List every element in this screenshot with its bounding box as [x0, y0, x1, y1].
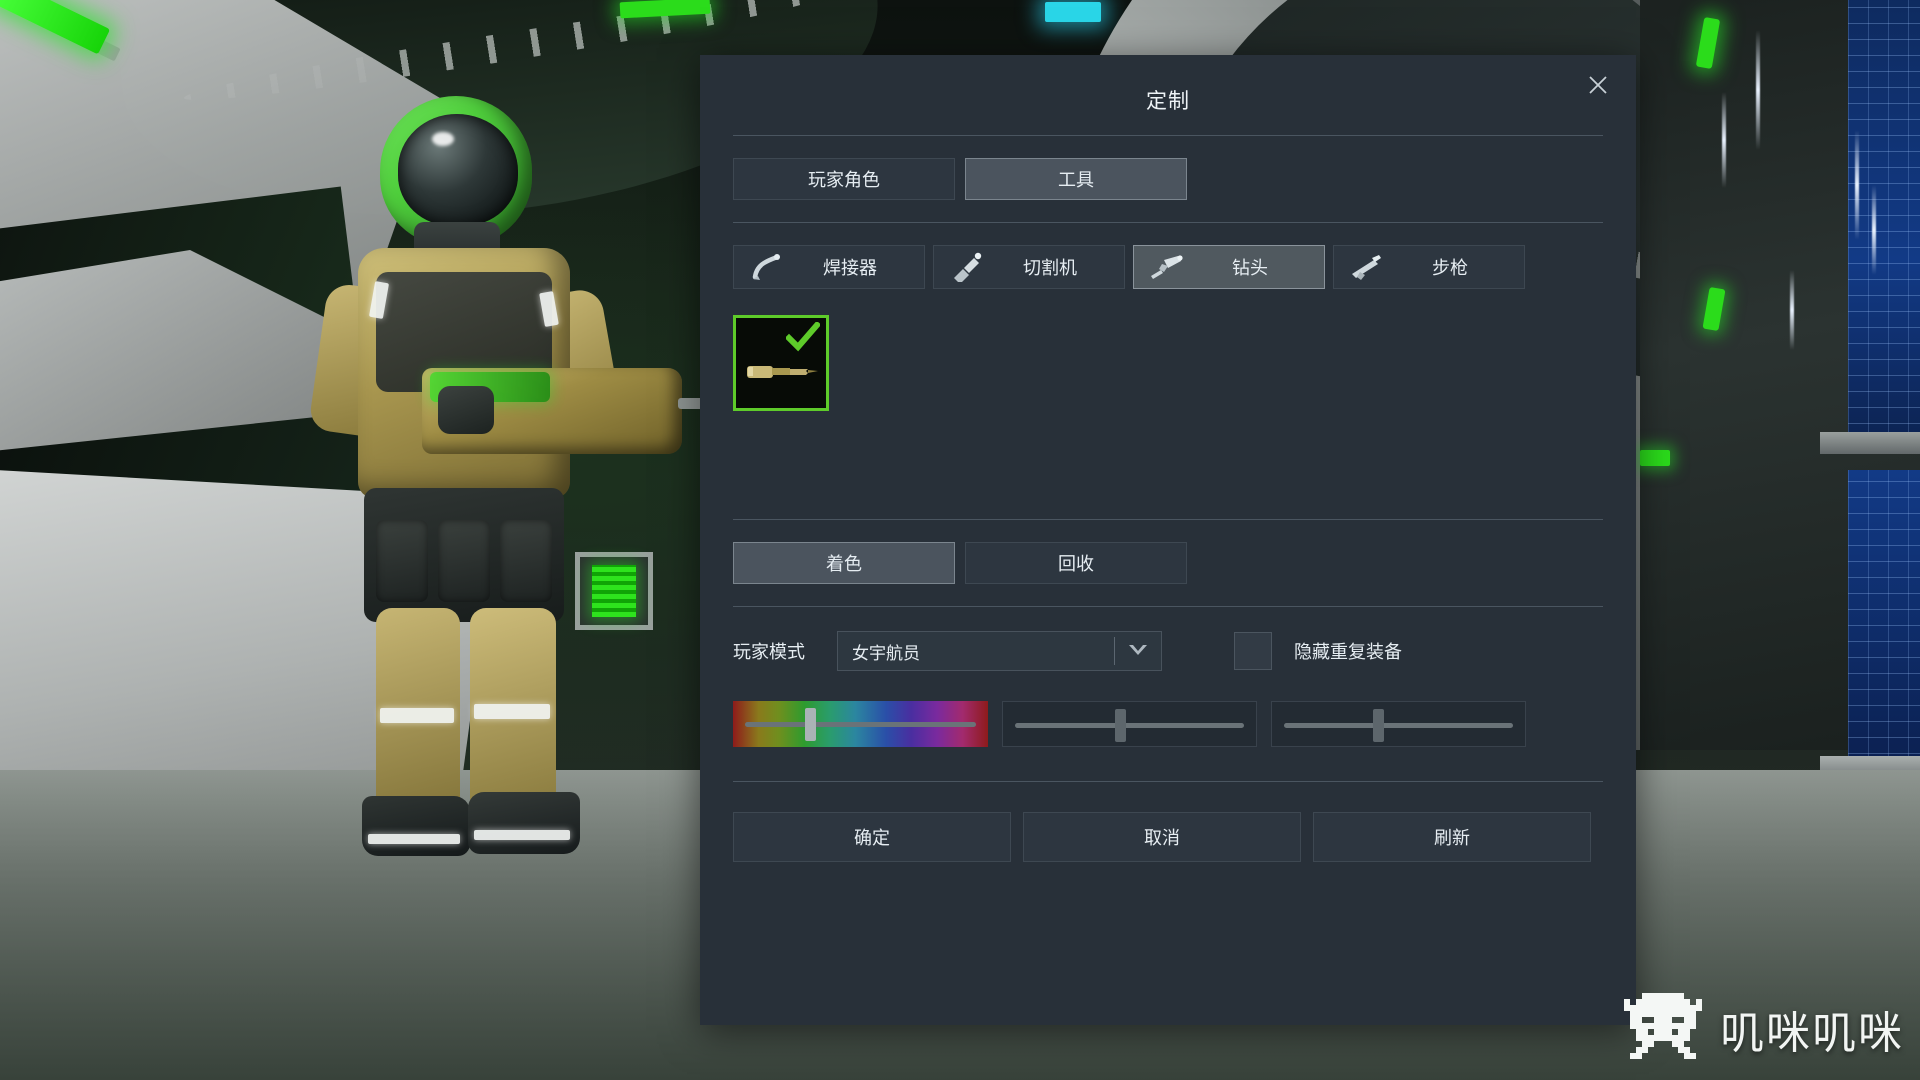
welder-icon: [748, 252, 784, 282]
saturation-slider[interactable]: [1002, 701, 1257, 747]
item-slot-drill-skin[interactable]: [733, 315, 829, 411]
boot-stripe: [474, 830, 570, 840]
check-icon: [784, 320, 822, 352]
paint-recycle-bar: 着色 回收: [733, 520, 1603, 606]
tool-tab-grinder[interactable]: 切割机: [933, 245, 1125, 289]
space-invader-icon: [1624, 991, 1702, 1066]
light-streak: [1855, 130, 1859, 240]
window-frame-mid: [1820, 432, 1920, 454]
player-mode-select[interactable]: 女宇航员: [837, 631, 1162, 671]
tab-tools[interactable]: 工具: [965, 158, 1187, 200]
tool-tab-label: 钻头: [1232, 258, 1268, 278]
refresh-button-label: 刷新: [1434, 828, 1470, 848]
recycle-button-label: 回收: [1058, 554, 1094, 574]
watermark: 叽咪叽咪: [1624, 991, 1904, 1066]
recycle-button[interactable]: 回收: [965, 542, 1187, 584]
slider-knob[interactable]: [805, 708, 816, 741]
hide-duplicates-checkbox[interactable]: [1234, 632, 1272, 670]
close-icon[interactable]: [1578, 67, 1618, 107]
character-glove: [438, 386, 494, 434]
player-mode-row: 玩家模式 女宇航员 隐藏重复装备: [733, 607, 1603, 671]
boot-stripe: [368, 834, 460, 844]
page-title: 定制: [1146, 90, 1190, 113]
color-sliders: [733, 671, 1603, 747]
player-mode-label: 玩家模式: [733, 642, 805, 662]
suit-reflective-stripe: [380, 708, 454, 723]
watermark-text: 叽咪叽咪: [1720, 1007, 1904, 1059]
footer-bar: 确定 取消 刷新: [733, 782, 1603, 862]
paint-button-label: 着色: [826, 554, 862, 574]
main-tab-bar: 玩家角色 工具: [733, 136, 1603, 222]
confirm-button-label: 确定: [854, 828, 890, 848]
character-visor-glare: [432, 132, 454, 146]
slider-knob[interactable]: [1115, 709, 1126, 742]
slider-track: [1284, 723, 1513, 728]
chevron-down-icon[interactable]: [1115, 640, 1161, 663]
tool-tab-label: 焊接器: [823, 258, 877, 278]
character-preview: [308, 96, 804, 886]
rifle-icon: [1348, 252, 1384, 282]
tool-tab-rifle[interactable]: 步枪: [1333, 245, 1525, 289]
light-streak: [1722, 92, 1726, 188]
customization-dialog: 定制 玩家角色 工具 焊接器 切割机 钻头 步枪 着色 回收 玩家模式 女宇航员…: [700, 55, 1636, 1025]
light-streak: [1872, 185, 1876, 275]
character-boot-left: [362, 796, 470, 856]
tool-tab-drill[interactable]: 钻头: [1133, 245, 1325, 289]
drill-thumbnail-icon: [746, 358, 822, 384]
hue-slider[interactable]: [733, 701, 988, 747]
player-mode-value: 女宇航员: [852, 643, 920, 663]
suit-reflective-stripe: [474, 704, 550, 719]
slider-track: [745, 722, 976, 727]
character-boot-right: [468, 792, 580, 854]
slider-knob[interactable]: [1373, 709, 1384, 742]
light-streak: [1756, 30, 1760, 150]
tool-tab-bar: 焊接器 切割机 钻头 步枪: [733, 223, 1603, 289]
character-visor: [398, 114, 518, 226]
value-slider[interactable]: [1271, 701, 1526, 747]
neon-strip-right-low: [1640, 450, 1670, 466]
neon-light-blue-top: [1045, 2, 1101, 22]
tab-label: 工具: [1058, 170, 1094, 190]
drill-icon: [1148, 252, 1184, 282]
tool-tab-label: 步枪: [1432, 258, 1468, 278]
hide-duplicates-label: 隐藏重复装备: [1294, 642, 1402, 662]
cancel-button[interactable]: 取消: [1023, 812, 1301, 862]
belt-pouch: [376, 520, 428, 602]
tab-player-character[interactable]: 玩家角色: [733, 158, 955, 200]
cancel-button-label: 取消: [1144, 828, 1180, 848]
tool-tab-label: 切割机: [1023, 258, 1077, 278]
belt-pouch: [438, 520, 490, 602]
grinder-icon: [948, 252, 984, 282]
confirm-button[interactable]: 确定: [733, 812, 1011, 862]
item-grid: [733, 289, 1603, 519]
solar-window-lower: [1848, 470, 1920, 770]
tool-tab-welder[interactable]: 焊接器: [733, 245, 925, 289]
refresh-button[interactable]: 刷新: [1313, 812, 1591, 862]
belt-pouch: [500, 520, 552, 602]
paint-button[interactable]: 着色: [733, 542, 955, 584]
slider-track: [1015, 723, 1244, 728]
light-streak: [1790, 270, 1794, 350]
tab-label: 玩家角色: [808, 170, 880, 190]
